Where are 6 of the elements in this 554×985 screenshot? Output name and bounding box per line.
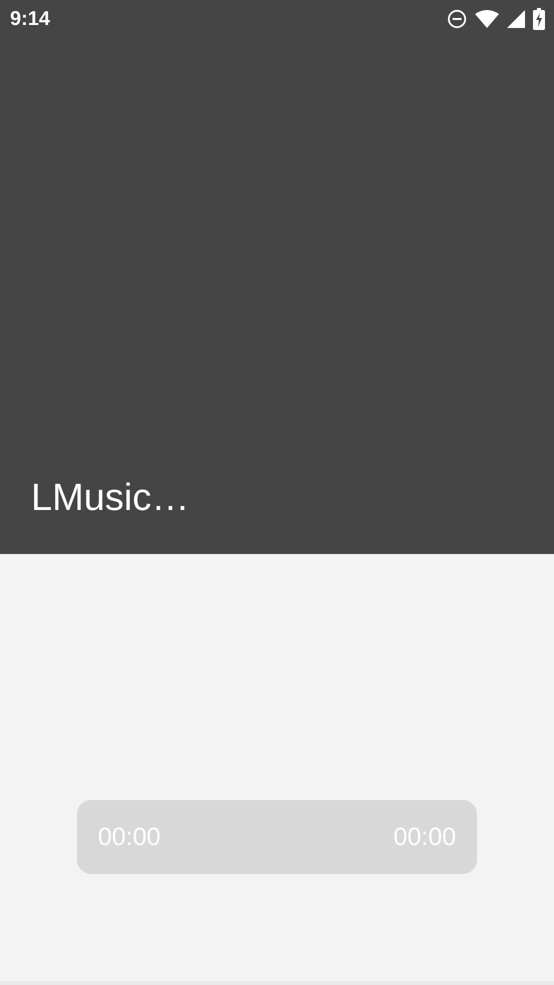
battery-charging-icon xyxy=(533,8,545,30)
song-title: LMusic… xyxy=(30,477,190,520)
do-not-disturb-icon xyxy=(447,9,467,29)
wifi-icon xyxy=(475,10,499,28)
cell-signal-icon xyxy=(507,10,525,28)
status-time: 9:14 xyxy=(10,8,50,30)
